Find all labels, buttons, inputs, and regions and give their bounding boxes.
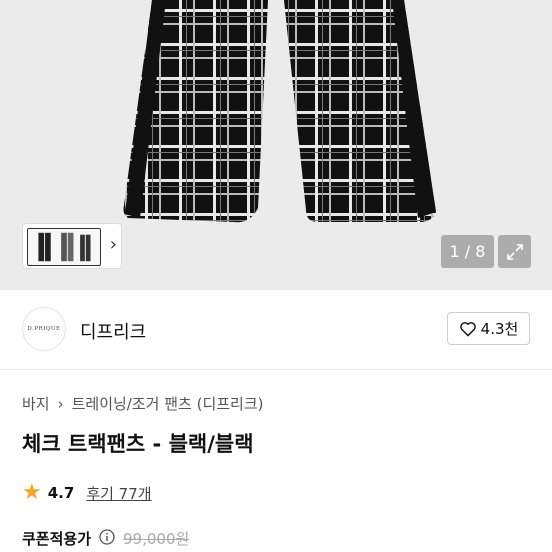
star-icon: ★ <box>22 480 42 505</box>
breadcrumb: 바지 › 트레이닝/조거 팬츠 (디프리크) <box>22 393 264 414</box>
shop-row[interactable]: D.PRIQUE 디프리크 4.3천 <box>0 290 552 370</box>
shop-name[interactable]: 디프리크 <box>80 318 146 344</box>
thumbnail-image[interactable] <box>27 228 101 266</box>
rating-row: ★ 4.7 후기 77개 <box>22 482 152 504</box>
rating-value: 4.7 <box>47 484 75 502</box>
image-counter: 1 / 8 <box>441 235 494 268</box>
original-price: 99,000원 <box>123 530 190 548</box>
heart-icon <box>459 321 476 337</box>
follow-button[interactable]: 4.3천 <box>447 312 530 345</box>
product-gallery[interactable]: › 1 / 8 <box>0 0 552 290</box>
info-icon[interactable] <box>99 528 115 549</box>
breadcrumb-item-category[interactable]: 바지 <box>22 393 50 414</box>
coupon-price-label: 쿠폰적용가 <box>22 530 92 548</box>
expand-icon[interactable] <box>498 235 531 268</box>
price-row: 쿠폰적용가 99,000원 <box>22 528 189 549</box>
chevron-right-icon: › <box>57 394 64 413</box>
chevron-right-icon[interactable]: › <box>110 234 117 255</box>
reviews-link[interactable]: 후기 77개 <box>86 483 151 504</box>
shop-logo[interactable]: D.PRIQUE <box>22 307 66 351</box>
follow-count: 4.3천 <box>480 320 519 338</box>
product-title: 체크 트랙팬츠 - 블랙/블랙 <box>22 432 254 456</box>
thumbnail-strip[interactable]: › <box>22 223 122 269</box>
breadcrumb-item-subcategory[interactable]: 트레이닝/조거 팬츠 (디프리크) <box>72 393 264 414</box>
